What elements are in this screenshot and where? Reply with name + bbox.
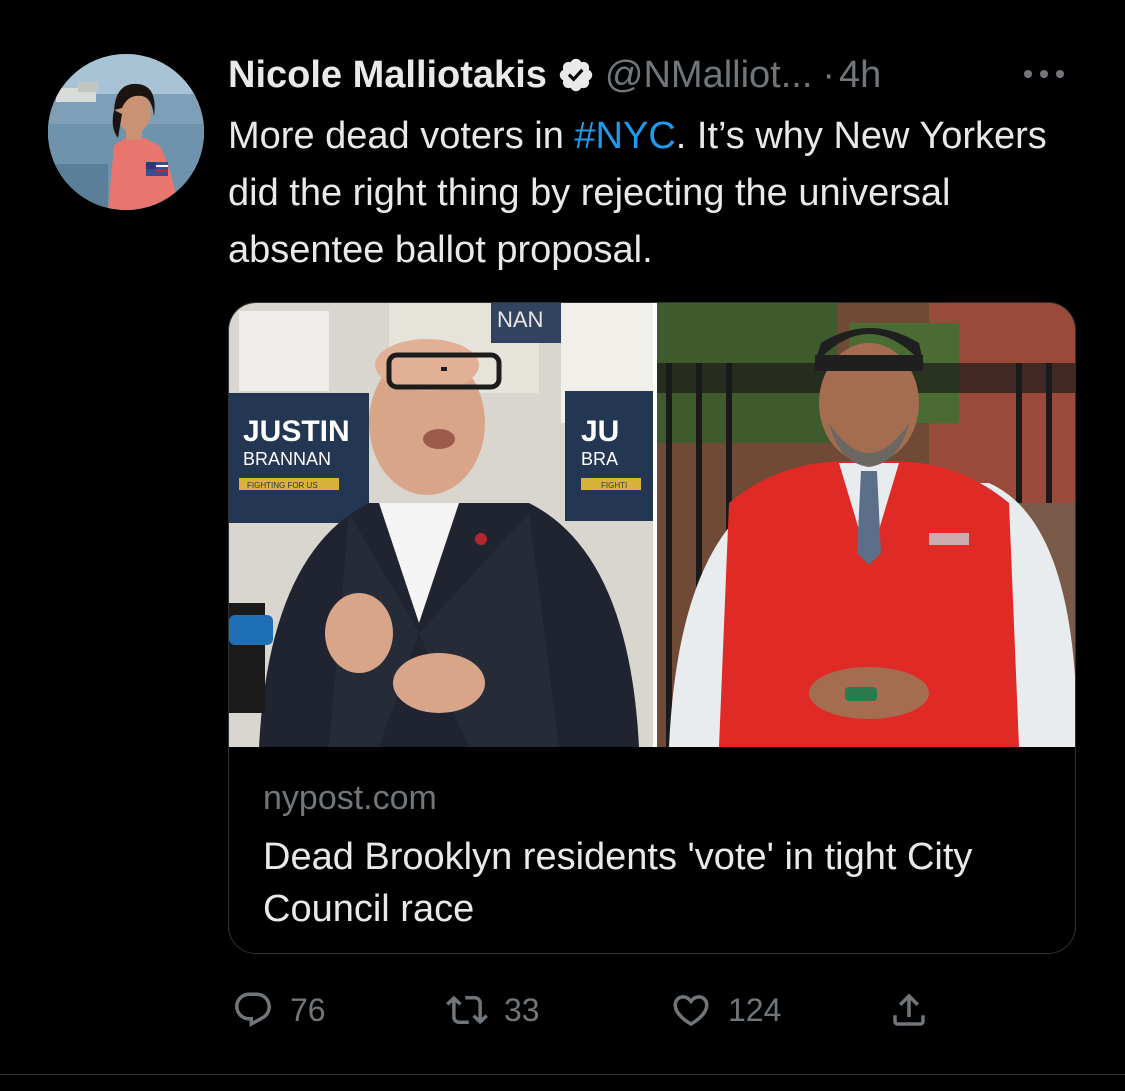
- action-bar: 76 33 124: [228, 980, 1088, 1040]
- hashtag-link[interactable]: #NYC: [574, 115, 675, 157]
- like-count: 124: [728, 991, 782, 1028]
- tweet-header: Nicole Malliotakis @NMalliot... · 4h: [228, 50, 1088, 100]
- divider: [0, 1074, 1125, 1075]
- handle[interactable]: @NMalliot...: [605, 54, 813, 97]
- sign-name-first-partial: JU: [581, 415, 619, 448]
- card-image-right: [657, 303, 1075, 747]
- reply-button[interactable]: 76: [232, 980, 326, 1040]
- separator-dot: ·: [822, 53, 836, 96]
- tweet-text: More dead voters in #NYC. It’s why New Y…: [228, 108, 1088, 279]
- retweet-icon: [446, 989, 488, 1031]
- tweet[interactable]: Nicole Malliotakis @NMalliot... · 4h Mor…: [0, 0, 1125, 1091]
- retweet-count: 33: [504, 991, 540, 1028]
- display-name[interactable]: Nicole Malliotakis: [228, 54, 547, 97]
- card-image: NAN JUSTIN BRANNAN FIGHTING FOR US JU BR…: [229, 303, 1075, 747]
- reply-count: 76: [290, 991, 326, 1028]
- more-horizontal-icon[interactable]: [1018, 54, 1070, 94]
- card-title: Dead Brooklyn residents 'vote' in tight …: [263, 836, 973, 930]
- verified-badge-icon: [557, 56, 595, 94]
- timestamp[interactable]: 4h: [839, 54, 881, 97]
- link-card[interactable]: NAN JUSTIN BRANNAN FIGHTING FOR US JU BR…: [228, 302, 1076, 954]
- sign-tagline-partial: FIGHTI: [601, 481, 627, 490]
- heart-icon: [670, 989, 712, 1031]
- avatar[interactable]: [48, 54, 204, 210]
- sign-name-last-partial: BRA: [581, 449, 618, 469]
- share-icon: [888, 989, 930, 1031]
- card-domain: nypost.com: [263, 779, 437, 817]
- sign-top-partial: NAN: [497, 307, 543, 332]
- sign-name-first: JUSTIN: [243, 415, 350, 448]
- like-button[interactable]: 124: [670, 980, 781, 1040]
- tweet-text-start: More dead voters in: [228, 115, 575, 157]
- reply-icon: [232, 989, 274, 1031]
- avatar-image: [48, 54, 204, 210]
- share-button[interactable]: [888, 980, 930, 1040]
- sign-tagline: FIGHTING FOR US: [247, 481, 318, 490]
- retweet-button[interactable]: 33: [446, 980, 540, 1040]
- card-image-left: NAN JUSTIN BRANNAN FIGHTING FOR US JU BR…: [229, 303, 653, 747]
- sign-name-last: BRANNAN: [243, 449, 331, 469]
